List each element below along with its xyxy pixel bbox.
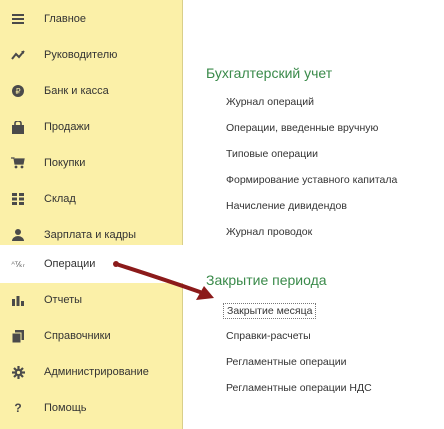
- sidebar-item-warehouse[interactable]: Склад: [0, 181, 183, 217]
- sidebar-item-label: Помощь: [44, 402, 87, 414]
- sidebar-item-manager[interactable]: Руководителю: [0, 37, 183, 73]
- sidebar-item-label: Покупки: [44, 157, 86, 169]
- sidebar-item-admin[interactable]: Администрирование: [0, 354, 183, 390]
- content-panel: Бухгалтерский учет Журнал операций Опера…: [184, 0, 444, 429]
- link-operations-journal[interactable]: Журнал операций: [226, 96, 314, 108]
- sidebar-item-label: Операции: [44, 258, 96, 270]
- sidebar-item-bank[interactable]: ₽ Банк и касса: [0, 73, 183, 109]
- list-icon: [10, 11, 26, 27]
- bar-chart-icon: [10, 292, 26, 308]
- cart-icon: [10, 155, 26, 171]
- sidebar: Главное Руководителю ₽ Банк и касса Прод…: [0, 0, 183, 429]
- link-month-close[interactable]: Закрытие месяца: [223, 303, 317, 319]
- sidebar-item-label: Справочники: [44, 330, 111, 342]
- sidebar-item-label: Склад: [44, 193, 76, 205]
- help-icon: ?: [10, 400, 26, 416]
- help-icon-glyph: ?: [14, 401, 22, 415]
- sidebar-item-directories[interactable]: Справочники: [0, 318, 183, 354]
- sidebar-item-label: Продажи: [44, 121, 90, 133]
- link-typical-operations[interactable]: Типовые операции: [226, 148, 318, 160]
- sidebar-item-label: Отчеты: [44, 294, 83, 306]
- sidebar-item-label: Администрирование: [44, 366, 149, 378]
- svg-text:₽: ₽: [15, 87, 20, 96]
- link-routine-operations[interactable]: Регламентные операции: [226, 356, 347, 368]
- sidebar-item-label: Главное: [44, 13, 87, 25]
- person-icon: [10, 227, 26, 243]
- link-charter-capital[interactable]: Формирование уставного капитала: [226, 174, 397, 186]
- link-reference-calculations[interactable]: Справки-расчеты: [226, 330, 311, 342]
- link-routine-operations-vat[interactable]: Регламентные операции НДС: [226, 382, 372, 394]
- sidebar-item-label: Зарплата и кадры: [44, 229, 137, 241]
- section-title-period-close: Закрытие периода: [206, 272, 327, 288]
- link-manual-operations[interactable]: Операции, введенные вручную: [226, 122, 378, 134]
- trend-icon: [10, 47, 26, 63]
- operations-icon: ᴬᵀ⁄ₖᵣ: [10, 256, 26, 272]
- sidebar-item-main[interactable]: Главное: [0, 1, 183, 37]
- books-icon: [10, 328, 26, 344]
- gear-icon: [10, 364, 26, 380]
- bag-icon: [10, 119, 26, 135]
- sidebar-item-help[interactable]: ? Помощь: [0, 390, 183, 426]
- link-dividends[interactable]: Начисление дивидендов: [226, 200, 347, 212]
- sidebar-item-purchases[interactable]: Покупки: [0, 145, 183, 181]
- coin-icon: ₽: [10, 83, 26, 99]
- grid-icon: [10, 191, 26, 207]
- sidebar-item-label: Банк и касса: [44, 85, 109, 97]
- operations-icon-glyph: ᴬᵀ⁄ₖᵣ: [11, 259, 25, 269]
- link-postings-journal[interactable]: Журнал проводок: [226, 226, 312, 238]
- section-title-accounting: Бухгалтерский учет: [206, 65, 333, 81]
- sidebar-item-sales[interactable]: Продажи: [0, 109, 183, 145]
- sidebar-item-reports[interactable]: Отчеты: [0, 282, 183, 318]
- sidebar-item-label: Руководителю: [44, 49, 118, 61]
- sidebar-item-operations[interactable]: ᴬᵀ⁄ₖᵣ Операции: [0, 245, 183, 283]
